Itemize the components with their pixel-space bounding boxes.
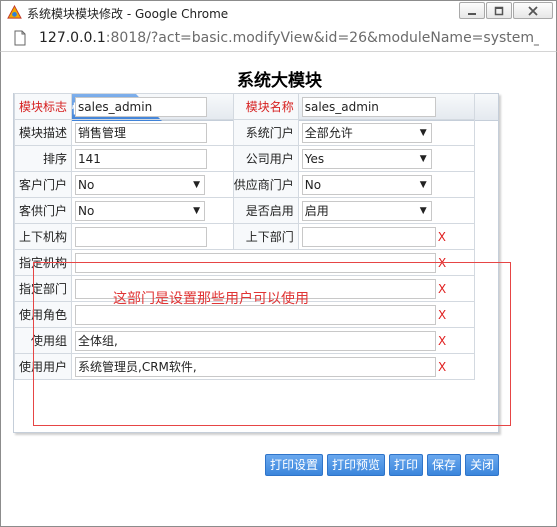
user-label: 使用用户	[13, 353, 73, 380]
clear-role-button[interactable]: X	[436, 308, 446, 322]
system-portal-label: 系统门户	[232, 119, 299, 146]
assign-org-input[interactable]	[75, 252, 437, 273]
form-row: 客供门户 No ▼ 是否启用 启用 ▼	[13, 197, 476, 224]
upper-org-input[interactable]	[75, 226, 208, 247]
form-table: 模块标志 sales_admin 模块名称 sales_admin 模块描述 销…	[13, 93, 476, 380]
print-setup-button[interactable]: 打印设置	[265, 454, 324, 476]
form-row: 客户门户 No ▼ 供应商门户 No ▼	[13, 171, 476, 198]
customer-portal-label: 客户门户	[13, 171, 73, 198]
module-id-input[interactable]: sales_admin	[75, 96, 208, 117]
cs-portal-label: 客供门户	[13, 197, 73, 224]
form-row: 上下机构 上下部门 X	[13, 223, 476, 250]
minimize-icon	[468, 12, 476, 15]
enabled-label: 是否启用	[232, 197, 299, 224]
form-row: 使用组 全体组, X	[13, 327, 475, 354]
clear-assign-dept-button[interactable]: X	[436, 282, 446, 296]
assign-dept-label: 指定部门	[13, 275, 73, 302]
page-title: 系统大模块	[237, 71, 322, 91]
clear-assign-org-button[interactable]: X	[436, 256, 446, 270]
supplier-portal-value: No	[304, 177, 322, 192]
print-button[interactable]: 打印	[389, 454, 424, 476]
dropdown-arrow-icon: ▼	[193, 179, 201, 190]
role-label: 使用角色	[13, 301, 73, 328]
form-row: 指定机构 X	[13, 249, 475, 276]
customer-portal-value: No	[78, 177, 95, 192]
sort-label: 排序	[13, 145, 73, 172]
module-id-label: 模块标志	[13, 93, 73, 120]
page-info-icon[interactable]	[12, 30, 28, 46]
dropdown-arrow-icon: ▼	[419, 205, 427, 216]
url-text[interactable]: 127.0.0.1:8018/?act=basic.modifyView&id=…	[39, 30, 539, 46]
dropdown-arrow-icon: ▼	[419, 127, 427, 138]
company-user-select[interactable]: Yes ▼	[301, 148, 432, 169]
company-user-value: Yes	[304, 151, 325, 166]
form-row: 使用用户 系统管理员,CRM软件, X	[13, 353, 475, 380]
form-row: 模块标志 sales_admin 模块名称 sales_admin	[13, 93, 476, 120]
dropdown-arrow-icon: ▼	[419, 179, 427, 190]
dropdown-arrow-icon: ▼	[419, 153, 427, 164]
url-path: :8018/?act=basic.modifyView&id=26&module…	[105, 30, 539, 46]
close-icon	[528, 5, 538, 16]
dropdown-arrow-icon: ▼	[193, 205, 201, 216]
button-bar: 打印设置 打印预览 打印 保存 关闭	[265, 454, 500, 476]
enabled-value: 启用	[304, 204, 329, 218]
annotation-text: 这部门是设置那些用户可以使用	[113, 291, 309, 307]
clear-group-button[interactable]: X	[436, 334, 446, 348]
close-window-button[interactable]	[513, 2, 553, 19]
minimize-button[interactable]	[459, 2, 485, 19]
app-icon	[7, 5, 22, 19]
assign-org-label: 指定机构	[13, 249, 73, 276]
module-desc-input[interactable]: 销售管理	[75, 122, 208, 143]
address-bar[interactable]: 127.0.0.1:8018/?act=basic.modifyView&id=…	[0, 24, 557, 52]
cs-portal-select[interactable]: No ▼	[75, 200, 206, 221]
system-portal-value: 全部允许	[304, 126, 353, 140]
page-content: 系统大模块 》表单属性 模块标志 sales_admin 模块名称 sales_…	[0, 52, 557, 527]
module-name-input[interactable]: sales_admin	[301, 96, 436, 117]
user-input[interactable]: 系统管理员,CRM软件,	[75, 356, 437, 377]
form-row: 排序 141 公司用户 Yes ▼	[13, 145, 476, 172]
close-button[interactable]: 关闭	[465, 454, 500, 476]
upper-dept-label: 上下部门	[232, 223, 299, 250]
sort-input[interactable]: 141	[75, 148, 208, 169]
supplier-portal-select[interactable]: No ▼	[301, 174, 432, 195]
system-portal-select[interactable]: 全部允许 ▼	[301, 122, 432, 143]
upper-org-label: 上下机构	[13, 223, 73, 250]
module-name-label: 模块名称	[232, 93, 299, 120]
upper-dept-input[interactable]	[301, 226, 436, 247]
cs-portal-value: No	[78, 203, 95, 218]
window-titlebar: 系统模块模块修改 - Google Chrome	[0, 0, 557, 24]
group-label: 使用组	[13, 327, 73, 354]
form-row: 模块描述 销售管理 系统门户 全部允许 ▼	[13, 119, 476, 146]
clear-upper-dept-button[interactable]: X	[436, 230, 446, 244]
enabled-select[interactable]: 启用 ▼	[301, 200, 432, 221]
company-user-label: 公司用户	[232, 145, 299, 172]
window-title: 系统模块模块修改 - Google Chrome	[27, 7, 229, 21]
clear-user-button[interactable]: X	[436, 360, 446, 374]
url-host: 127.0.0.1	[39, 30, 106, 46]
supplier-portal-label: 供应商门户	[232, 171, 299, 198]
group-input[interactable]: 全体组,	[75, 330, 437, 351]
print-preview-button[interactable]: 打印预览	[327, 454, 386, 476]
customer-portal-select[interactable]: No ▼	[75, 174, 206, 195]
maximize-icon	[494, 6, 504, 15]
module-desc-label: 模块描述	[13, 119, 73, 146]
maximize-button[interactable]	[486, 2, 512, 19]
save-button[interactable]: 保存	[427, 454, 462, 476]
